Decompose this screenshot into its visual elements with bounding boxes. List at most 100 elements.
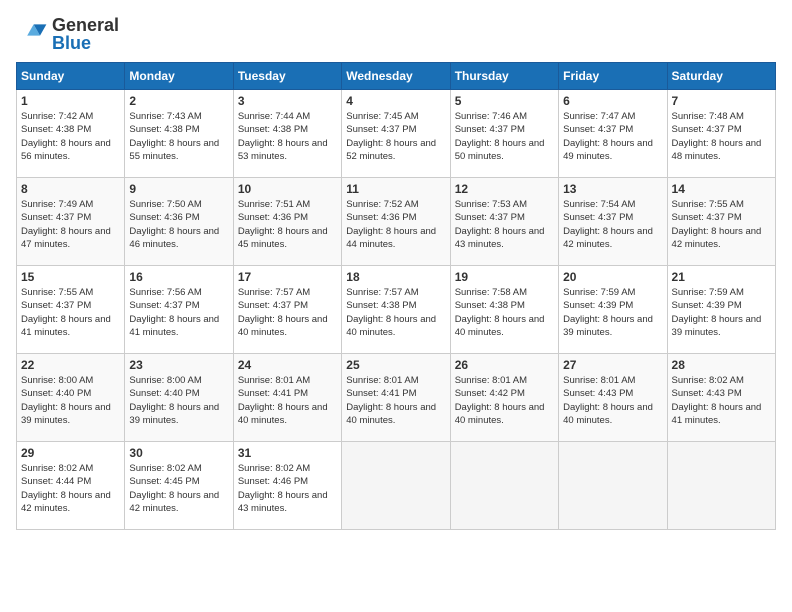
day-number: 19: [455, 270, 554, 284]
logo-text: General Blue: [52, 16, 119, 52]
logo: General Blue: [16, 16, 119, 52]
day-number: 22: [21, 358, 120, 372]
col-header-friday: Friday: [559, 63, 667, 90]
day-info: Sunrise: 7:53 AMSunset: 4:37 PMDaylight:…: [455, 198, 554, 251]
day-info: Sunrise: 7:55 AMSunset: 4:37 PMDaylight:…: [672, 198, 771, 251]
day-number: 18: [346, 270, 445, 284]
day-number: 13: [563, 182, 662, 196]
day-info: Sunrise: 7:57 AMSunset: 4:38 PMDaylight:…: [346, 286, 445, 339]
day-number: 10: [238, 182, 337, 196]
calendar-cell: 20Sunrise: 7:59 AMSunset: 4:39 PMDayligh…: [559, 266, 667, 354]
col-header-tuesday: Tuesday: [233, 63, 341, 90]
calendar-table: SundayMondayTuesdayWednesdayThursdayFrid…: [16, 62, 776, 530]
calendar-cell: 30 Sunrise: 8:02 AMSunset: 4:45 PMDayligh…: [125, 442, 233, 530]
calendar-cell: 2Sunrise: 7:43 AMSunset: 4:38 PMDaylight…: [125, 90, 233, 178]
day-info: Sunrise: 7:47 AMSunset: 4:37 PMDaylight:…: [563, 110, 662, 163]
day-number: 3: [238, 94, 337, 108]
day-number: 29: [21, 446, 120, 460]
day-info: Sunrise: 7:44 AMSunset: 4:38 PMDaylight:…: [238, 110, 337, 163]
calendar-row-0: 1 Sunrise: 7:42 AMSunset: 4:38 PMDaylight…: [17, 90, 776, 178]
day-number: 27: [563, 358, 662, 372]
calendar-cell: 9 Sunrise: 7:50 AMSunset: 4:36 PMDaylight…: [125, 178, 233, 266]
day-number: 14: [672, 182, 771, 196]
calendar-cell: 31 Sunrise: 8:02 AMSunset: 4:46 PMDayligh…: [233, 442, 341, 530]
day-info: Sunrise: 8:00 AMSunset: 4:40 PMDaylight:…: [129, 374, 228, 427]
logo-icon: [16, 18, 48, 50]
day-number: 17: [238, 270, 337, 284]
day-info: Sunrise: 7:50 AMSunset: 4:36 PMDaylight:…: [129, 198, 228, 251]
calendar-cell: 7 Sunrise: 7:48 AMSunset: 4:37 PMDaylight…: [667, 90, 775, 178]
day-number: 6: [563, 94, 662, 108]
day-info: Sunrise: 7:58 AMSunset: 4:38 PMDaylight:…: [455, 286, 554, 339]
day-info: Sunrise: 8:01 AMSunset: 4:42 PMDaylight:…: [455, 374, 554, 427]
calendar-row-1: 8 Sunrise: 7:49 AMSunset: 4:37 PMDaylight…: [17, 178, 776, 266]
calendar-cell: 8 Sunrise: 7:49 AMSunset: 4:37 PMDaylight…: [17, 178, 125, 266]
day-info: Sunrise: 7:56 AMSunset: 4:37 PMDaylight:…: [129, 286, 228, 339]
page: General Blue SundayMondayTuesdayWednesda…: [0, 0, 792, 612]
day-info: Sunrise: 7:46 AMSunset: 4:37 PMDaylight:…: [455, 110, 554, 163]
calendar-cell: 24Sunrise: 8:01 AMSunset: 4:41 PMDayligh…: [233, 354, 341, 442]
day-info: Sunrise: 8:02 AMSunset: 4:45 PMDaylight:…: [129, 462, 228, 515]
day-number: 11: [346, 182, 445, 196]
day-number: 26: [455, 358, 554, 372]
day-info: Sunrise: 7:55 AMSunset: 4:37 PMDaylight:…: [21, 286, 120, 339]
calendar-cell: [450, 442, 558, 530]
calendar-cell: 25Sunrise: 8:01 AMSunset: 4:41 PMDayligh…: [342, 354, 450, 442]
day-info: Sunrise: 7:51 AMSunset: 4:36 PMDaylight:…: [238, 198, 337, 251]
day-info: Sunrise: 7:43 AMSunset: 4:38 PMDaylight:…: [129, 110, 228, 163]
day-info: Sunrise: 7:49 AMSunset: 4:37 PMDaylight:…: [21, 198, 120, 251]
day-info: Sunrise: 7:52 AMSunset: 4:36 PMDaylight:…: [346, 198, 445, 251]
calendar-cell: [342, 442, 450, 530]
day-number: 23: [129, 358, 228, 372]
day-info: Sunrise: 8:01 AMSunset: 4:41 PMDaylight:…: [238, 374, 337, 427]
calendar-row-3: 22 Sunrise: 8:00 AMSunset: 4:40 PMDayligh…: [17, 354, 776, 442]
calendar-cell: 12 Sunrise: 7:53 AMSunset: 4:37 PMDayligh…: [450, 178, 558, 266]
day-info: Sunrise: 7:57 AMSunset: 4:37 PMDaylight:…: [238, 286, 337, 339]
day-number: 28: [672, 358, 771, 372]
calendar-cell: [667, 442, 775, 530]
calendar-cell: 27 Sunrise: 8:01 AMSunset: 4:43 PMDayligh…: [559, 354, 667, 442]
calendar-body: 1 Sunrise: 7:42 AMSunset: 4:38 PMDaylight…: [17, 90, 776, 530]
day-number: 8: [21, 182, 120, 196]
day-number: 9: [129, 182, 228, 196]
calendar-cell: 22 Sunrise: 8:00 AMSunset: 4:40 PMDayligh…: [17, 354, 125, 442]
day-info: Sunrise: 8:00 AMSunset: 4:40 PMDaylight:…: [21, 374, 120, 427]
col-header-thursday: Thursday: [450, 63, 558, 90]
day-info: Sunrise: 7:59 AMSunset: 4:39 PMDaylight:…: [672, 286, 771, 339]
calendar-cell: 23 Sunrise: 8:00 AMSunset: 4:40 PMDayligh…: [125, 354, 233, 442]
day-number: 5: [455, 94, 554, 108]
calendar-cell: 11 Sunrise: 7:52 AMSunset: 4:36 PMDayligh…: [342, 178, 450, 266]
col-header-saturday: Saturday: [667, 63, 775, 90]
day-number: 7: [672, 94, 771, 108]
day-info: Sunrise: 7:54 AMSunset: 4:37 PMDaylight:…: [563, 198, 662, 251]
day-info: Sunrise: 8:02 AMSunset: 4:43 PMDaylight:…: [672, 374, 771, 427]
calendar-cell: 1 Sunrise: 7:42 AMSunset: 4:38 PMDaylight…: [17, 90, 125, 178]
calendar-cell: 13 Sunrise: 7:54 AMSunset: 4:37 PMDayligh…: [559, 178, 667, 266]
header: General Blue: [16, 16, 776, 52]
day-number: 20: [563, 270, 662, 284]
day-number: 1: [21, 94, 120, 108]
calendar-cell: 10 Sunrise: 7:51 AMSunset: 4:36 PMDayligh…: [233, 178, 341, 266]
calendar-cell: 26 Sunrise: 8:01 AMSunset: 4:42 PMDayligh…: [450, 354, 558, 442]
day-info: Sunrise: 7:48 AMSunset: 4:37 PMDaylight:…: [672, 110, 771, 163]
calendar-cell: 14 Sunrise: 7:55 AMSunset: 4:37 PMDayligh…: [667, 178, 775, 266]
day-number: 15: [21, 270, 120, 284]
calendar-header-row: SundayMondayTuesdayWednesdayThursdayFrid…: [17, 63, 776, 90]
day-number: 30: [129, 446, 228, 460]
calendar-cell: 6 Sunrise: 7:47 AMSunset: 4:37 PMDaylight…: [559, 90, 667, 178]
calendar-row-4: 29Sunrise: 8:02 AMSunset: 4:44 PMDayligh…: [17, 442, 776, 530]
calendar-cell: 21 Sunrise: 7:59 AMSunset: 4:39 PMDayligh…: [667, 266, 775, 354]
day-info: Sunrise: 7:45 AMSunset: 4:37 PMDaylight:…: [346, 110, 445, 163]
day-info: Sunrise: 7:42 AMSunset: 4:38 PMDaylight:…: [21, 110, 120, 163]
col-header-monday: Monday: [125, 63, 233, 90]
day-info: Sunrise: 8:02 AMSunset: 4:46 PMDaylight:…: [238, 462, 337, 515]
day-info: Sunrise: 8:01 AMSunset: 4:43 PMDaylight:…: [563, 374, 662, 427]
day-number: 12: [455, 182, 554, 196]
calendar-cell: [559, 442, 667, 530]
calendar-cell: 17 Sunrise: 7:57 AMSunset: 4:37 PMDayligh…: [233, 266, 341, 354]
day-number: 21: [672, 270, 771, 284]
day-number: 31: [238, 446, 337, 460]
calendar-cell: 15 Sunrise: 7:55 AMSunset: 4:37 PMDayligh…: [17, 266, 125, 354]
day-number: 4: [346, 94, 445, 108]
calendar-row-2: 15 Sunrise: 7:55 AMSunset: 4:37 PMDayligh…: [17, 266, 776, 354]
